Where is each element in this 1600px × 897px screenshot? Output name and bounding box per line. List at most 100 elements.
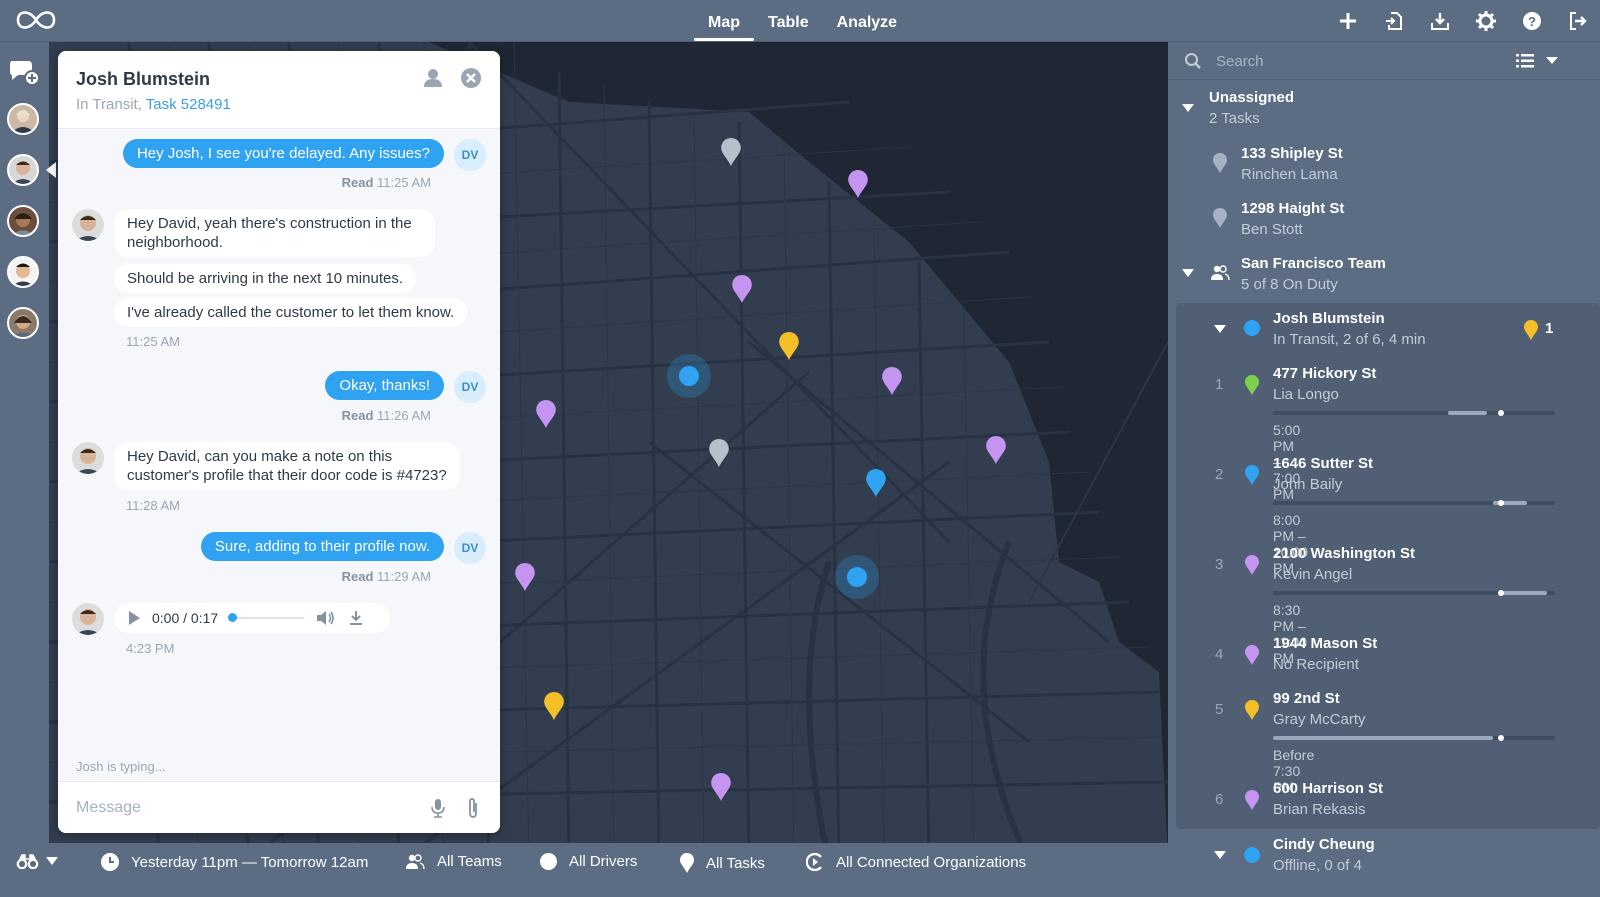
task-address: 1298 Haight St xyxy=(1241,200,1345,217)
plus-icon[interactable] xyxy=(1336,9,1360,33)
new-chat-icon[interactable] xyxy=(8,57,40,87)
driver-location-marker[interactable] xyxy=(835,555,879,599)
chevron-down-icon xyxy=(46,857,58,865)
rail-avatar-josh-blumstein[interactable] xyxy=(7,154,39,186)
search-input[interactable] xyxy=(1216,50,1496,72)
task-pin-icon[interactable] xyxy=(732,275,752,303)
task-recipient: Gray McCarty xyxy=(1273,711,1366,728)
tab-table[interactable]: Table xyxy=(754,0,823,42)
close-icon[interactable] xyxy=(460,67,482,89)
download-audio-icon[interactable] xyxy=(348,610,364,626)
task-pin-icon[interactable] xyxy=(779,332,799,360)
typing-indicator: Josh is typing... xyxy=(76,759,166,774)
delivery-window-fill xyxy=(1447,411,1488,415)
read-receipt: Read 11:29 AM xyxy=(341,569,431,584)
task-pin-icon[interactable] xyxy=(986,436,1006,464)
chat-rail xyxy=(0,42,56,862)
outgoing-message: Sure, adding to their profile now. xyxy=(200,532,444,561)
tab-analyze[interactable]: Analyze xyxy=(823,0,911,42)
task-sequence-number: 1 xyxy=(1215,376,1224,393)
outgoing-message: Okay, thanks! xyxy=(325,371,444,400)
task-pin-icon[interactable] xyxy=(515,563,535,591)
message-input[interactable] xyxy=(76,796,396,820)
unassigned-pin-icon[interactable] xyxy=(709,439,729,467)
collapse-driver-toggle[interactable] xyxy=(1214,851,1226,859)
view-options-dropdown[interactable] xyxy=(1546,57,1558,64)
audio-seek-slider[interactable] xyxy=(228,613,305,622)
volume-icon[interactable] xyxy=(316,610,336,626)
unassigned-pin-icon[interactable] xyxy=(721,138,741,166)
list-view-icon[interactable] xyxy=(1516,54,1534,68)
collapse-unassigned-toggle[interactable] xyxy=(1182,104,1194,112)
task-pin-icon[interactable] xyxy=(711,773,731,801)
driver-name[interactable]: Josh Blumstein xyxy=(1273,310,1385,327)
tab-map[interactable]: Map xyxy=(694,0,754,42)
task-pin-icon[interactable] xyxy=(848,170,868,198)
task-pin-icon[interactable] xyxy=(544,692,564,720)
collapse-team-toggle[interactable] xyxy=(1182,269,1194,277)
contact-avatar xyxy=(72,442,104,474)
task-pin-icon[interactable] xyxy=(536,400,556,428)
driver-status-dot xyxy=(1244,320,1260,336)
search-icon xyxy=(1185,53,1201,69)
download-icon[interactable] xyxy=(1428,9,1452,33)
task-pin-icon xyxy=(1245,375,1259,395)
task-link[interactable]: Task 528491 xyxy=(146,96,231,113)
task-address: 99 2nd St xyxy=(1273,690,1340,707)
chat-header: Josh Blumstein In Transit, Task 528491 xyxy=(58,51,500,129)
play-icon[interactable] xyxy=(126,610,142,626)
task-sequence-number: 4 xyxy=(1215,646,1224,663)
sender-avatar: DV xyxy=(454,371,486,403)
read-receipt: Read 11:26 AM xyxy=(341,408,431,423)
tasks-filter[interactable]: All Tasks xyxy=(680,853,765,873)
infinity-logo[interactable] xyxy=(14,6,58,34)
drivers-filter[interactable]: All Drivers xyxy=(540,853,637,870)
task-timeline-bar xyxy=(1273,500,1555,506)
task-panel: Unassigned 2 Tasks 133 Shipley St Rinche… xyxy=(1168,42,1600,897)
teams-filter[interactable]: All Teams xyxy=(405,853,502,870)
dispatch-app: Map Table Analyze ? Josh Blumstein In Tr… xyxy=(0,0,1600,897)
clock-icon xyxy=(101,853,119,871)
gear-icon[interactable] xyxy=(1474,9,1498,33)
rail-avatar-1[interactable] xyxy=(7,103,39,135)
task-pin-icon[interactable] xyxy=(882,367,902,395)
time-range-filter[interactable]: Yesterday 11pm — Tomorrow 12am xyxy=(101,853,368,871)
driver-dot xyxy=(679,366,699,386)
audio-seek-knob[interactable] xyxy=(228,613,238,622)
chat-panel: Josh Blumstein In Transit, Task 528491 H… xyxy=(58,51,500,833)
attachment-icon[interactable] xyxy=(466,797,480,819)
task-pin-icon xyxy=(1245,465,1259,485)
team-name: San Francisco Team xyxy=(1241,255,1386,272)
import-icon[interactable] xyxy=(1382,9,1406,33)
driver-dot xyxy=(847,567,867,587)
message-time: 4:23 PM xyxy=(126,641,175,656)
unassigned-count: 2 Tasks xyxy=(1209,110,1260,127)
task-sequence-number: 6 xyxy=(1215,791,1224,808)
task-pin-icon[interactable] xyxy=(866,469,886,497)
organizations-filter[interactable]: All Connected Organizations xyxy=(806,853,1026,871)
driver-location-marker[interactable] xyxy=(667,354,711,398)
connected-orgs-icon xyxy=(806,853,822,871)
driver-status-dot xyxy=(1244,847,1260,863)
help-icon[interactable]: ? xyxy=(1520,9,1544,33)
rail-avatar-5[interactable] xyxy=(7,307,39,339)
rail-avatar-3[interactable] xyxy=(7,205,39,237)
logout-icon[interactable] xyxy=(1566,9,1590,33)
read-receipt: Read 11:25 AM xyxy=(341,175,431,190)
top-bar: Map Table Analyze ? xyxy=(0,0,1600,42)
profile-icon[interactable] xyxy=(422,67,444,89)
task-recipient: Ben Stott xyxy=(1241,221,1303,238)
bottom-strip xyxy=(0,883,1168,897)
top-actions: ? xyxy=(1336,0,1590,42)
sender-avatar: DV xyxy=(454,139,486,171)
microphone-icon[interactable] xyxy=(430,798,446,818)
contact-avatar xyxy=(72,603,104,635)
task-pin-icon xyxy=(1245,700,1259,720)
driver-name[interactable]: Cindy Cheung xyxy=(1273,836,1375,853)
view-selector[interactable] xyxy=(16,853,70,869)
rail-avatar-4[interactable] xyxy=(7,256,39,288)
collapse-driver-toggle[interactable] xyxy=(1214,325,1226,333)
driver-status: In Transit, 2 of 6, 4 min xyxy=(1273,331,1426,348)
panel-search xyxy=(1168,42,1600,80)
message-time: 11:25 AM xyxy=(126,334,180,349)
